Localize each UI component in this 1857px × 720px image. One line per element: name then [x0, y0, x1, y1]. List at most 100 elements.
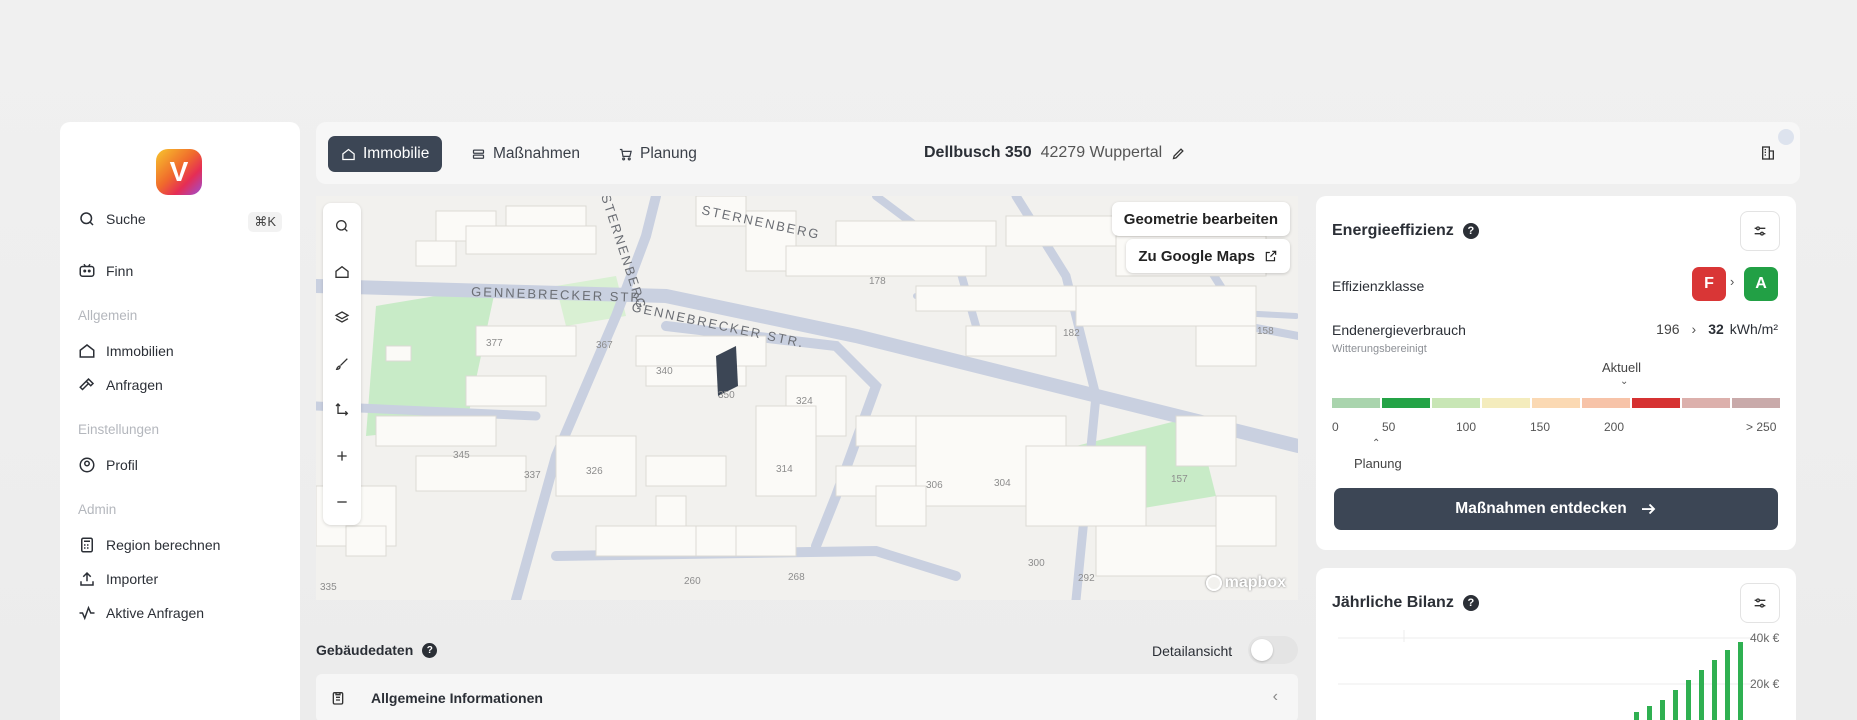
building-data-header: Gebäudedaten ?	[316, 642, 438, 658]
annual-balance-card: Jährliche Bilanz ? 40k € 20k €	[1316, 568, 1796, 720]
map-zoom-in-button[interactable]	[323, 433, 361, 479]
consumption-current: 196	[1656, 321, 1680, 337]
scale-segment	[1332, 398, 1380, 408]
sidebar-item-label: Region berechnen	[106, 537, 221, 553]
layers-icon	[334, 311, 350, 323]
layers-list-icon	[472, 149, 485, 159]
section-title-einstellungen: Einstellungen	[78, 422, 160, 437]
chevron-left-icon: ‹	[1272, 688, 1278, 705]
house-number: 300	[1028, 558, 1045, 569]
planned-marker-label: Planung	[1354, 456, 1402, 471]
search-icon	[336, 220, 348, 232]
sidebar-item-search[interactable]: Suche	[78, 210, 146, 228]
bar	[1647, 706, 1652, 720]
sidebar-item-label: Aktive Anfragen	[106, 605, 205, 621]
help-icon[interactable]: ?	[422, 642, 438, 658]
bar	[1634, 712, 1639, 720]
home-icon	[79, 344, 95, 358]
help-icon[interactable]: ?	[1462, 223, 1479, 239]
card-title-text: Jährliche Bilanz	[1332, 594, 1454, 611]
robot-icon	[79, 263, 95, 277]
balance-settings-button[interactable]	[1740, 583, 1780, 623]
scale-segment	[1632, 398, 1680, 408]
arrow-right-icon	[1641, 503, 1656, 515]
house-number: 292	[1078, 573, 1095, 584]
house-number: 326	[586, 466, 603, 477]
sidebar-item-region-berechnen[interactable]: Region berechnen	[78, 536, 220, 554]
scale-tick: 150	[1530, 420, 1551, 434]
house-number: 157	[1171, 474, 1188, 485]
consumption-values: 196 › 32 kWh/m²	[1656, 321, 1778, 337]
chevron-right-icon: ›	[1730, 274, 1735, 289]
tab-label: Maßnahmen	[493, 145, 581, 162]
consumption-unit: kWh/m²	[1729, 321, 1778, 337]
house-number: 182	[1063, 328, 1080, 339]
house-number: 260	[684, 576, 701, 587]
consumption-planned: 32	[1708, 321, 1724, 337]
bar	[1660, 700, 1665, 720]
house-number: 268	[788, 572, 805, 583]
sliders-icon	[1754, 598, 1766, 608]
house-number: 350	[718, 390, 735, 401]
house-number: 340	[656, 366, 673, 377]
map-route-button[interactable]	[323, 387, 361, 433]
y-tick: 40k €	[1750, 631, 1780, 645]
sidebar-item-finn[interactable]: Finn	[78, 262, 133, 280]
button-label: Geometrie bearbeiten	[1123, 210, 1278, 228]
scale-tick: 100	[1456, 420, 1477, 434]
sidebar-item-label: Finn	[106, 263, 134, 279]
map-paint-button[interactable]	[323, 341, 361, 387]
scale-tick: 50	[1382, 420, 1396, 434]
status-dot	[1778, 129, 1794, 145]
address-display: Dellbusch 350 42279 Wuppertal	[924, 144, 1186, 162]
map-layers-button[interactable]	[323, 295, 361, 341]
bar	[1712, 660, 1717, 720]
section-title-allgemein: Allgemein	[78, 308, 138, 323]
app-window: V Suche ⌘K Finn Allgemein Immobilien Anf…	[0, 0, 1857, 720]
sidebar-item-profil[interactable]: Profil	[78, 456, 138, 474]
row-label: Allgemeine Informationen	[371, 690, 543, 706]
sidebar-item-label: Suche	[106, 211, 146, 227]
scale-segment	[1482, 398, 1530, 408]
pencil-icon[interactable]	[1171, 146, 1186, 161]
chevron-up-icon: ⌃	[1372, 438, 1381, 449]
sidebar-item-anfragen[interactable]: Anfragen	[78, 376, 163, 394]
cart-icon	[619, 148, 632, 160]
map-view[interactable]: GENNEBRECKER STR. GENNEBRECKER STR. STER…	[316, 196, 1298, 600]
top-bar: Immobilie Maßnahmen Planung Dellbusch 35…	[316, 122, 1800, 184]
map-home-button[interactable]	[323, 249, 361, 295]
google-maps-button[interactable]: Zu Google Maps	[1126, 239, 1290, 273]
logo-letter: V	[169, 156, 189, 187]
sidebar-item-label: Profil	[106, 457, 138, 473]
scale-segment	[1432, 398, 1480, 408]
sidebar: V Suche ⌘K Finn Allgemein Immobilien Anf…	[60, 122, 300, 720]
tab-massnahmen[interactable]: Maßnahmen	[458, 136, 593, 172]
sidebar-item-importer[interactable]: Importer	[78, 570, 158, 588]
sidebar-item-aktive-anfragen[interactable]: Aktive Anfragen	[78, 604, 204, 622]
mapbox-attribution[interactable]: mapbox	[1205, 574, 1286, 592]
tab-planung[interactable]: Planung	[605, 136, 710, 172]
house-number: 304	[994, 478, 1011, 489]
hammer-icon	[79, 377, 95, 391]
tab-label: Planung	[640, 145, 697, 162]
energy-settings-button[interactable]	[1740, 211, 1780, 251]
bar	[1673, 690, 1678, 720]
sidebar-item-immobilien[interactable]: Immobilien	[78, 342, 174, 360]
card-title-text: Energieeffizienz	[1332, 222, 1454, 239]
detail-view-toggle[interactable]	[1248, 636, 1298, 664]
map-toolbar	[323, 203, 361, 525]
general-info-row[interactable]: Allgemeine Informationen ‹	[316, 674, 1298, 720]
discover-measures-button[interactable]: Maßnahmen entdecken	[1334, 488, 1778, 530]
scale-segment	[1582, 398, 1630, 408]
card-title: Jährliche Bilanz ?	[1332, 594, 1479, 612]
house-number: 377	[486, 338, 503, 349]
app-logo[interactable]: V	[156, 149, 202, 195]
bar	[1686, 680, 1691, 720]
building-icon[interactable]	[1760, 145, 1776, 161]
map-search-button[interactable]	[323, 203, 361, 249]
house-number: 367	[596, 340, 613, 351]
edit-geometry-button[interactable]: Geometrie bearbeiten	[1111, 202, 1290, 236]
help-icon[interactable]: ?	[1462, 595, 1479, 611]
map-zoom-out-button[interactable]	[323, 479, 361, 525]
tab-immobilie[interactable]: Immobilie	[328, 136, 443, 172]
